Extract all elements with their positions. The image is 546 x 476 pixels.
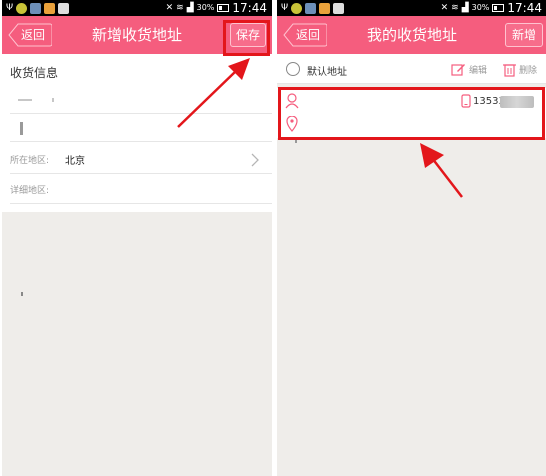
region-label: 所在地区:: [10, 156, 50, 166]
document-icon: [333, 2, 345, 14]
text-cursor: [20, 122, 23, 135]
clock: 17:44: [507, 1, 542, 15]
placeholder-fragment: [18, 99, 32, 101]
default-address-bar: 默认地址 编辑 删除: [277, 54, 546, 84]
detail-label: 详细地区:: [10, 186, 50, 196]
clock: 17:44: [232, 1, 267, 15]
region-value: 北京: [65, 156, 85, 167]
screen-speck: [295, 140, 297, 143]
user-icon: [285, 93, 299, 109]
battery-icon: [492, 4, 505, 12]
battery-percent: 30%: [471, 3, 490, 12]
mute-icon: ✕: [165, 3, 174, 13]
usb-icon: Ψ: [281, 3, 289, 13]
signal-icon: ▟: [461, 3, 469, 13]
mute-icon: ✕: [440, 3, 449, 13]
chevron-right-icon: [251, 153, 259, 167]
app-notification-icon: [16, 2, 28, 14]
default-label: 默认地址: [307, 67, 347, 78]
placeholder-fragment: [52, 98, 54, 102]
gallery-icon: [305, 2, 317, 14]
edit-label: 编辑: [469, 65, 488, 76]
save-button[interactable]: 保存: [230, 23, 266, 47]
status-bar: Ψ ✕ ≋ ▟ 30% 17:44: [277, 0, 546, 16]
delete-button[interactable]: 删除: [503, 61, 537, 77]
app-header: 返回 新增收货地址 保存: [2, 16, 272, 54]
signal-icon: ▟: [186, 3, 194, 13]
wifi-icon: ≋: [176, 3, 184, 13]
app-header: 返回 我的收货地址 新增: [277, 16, 546, 54]
address-form: 收货信息 所在地区: 北京 详细地区:: [2, 54, 272, 212]
trash-icon: [503, 63, 516, 77]
app-notification-icon: [291, 2, 303, 14]
app-icon: [44, 2, 56, 14]
detail-address-field[interactable]: 详细地区:: [10, 176, 272, 204]
document-icon: [58, 2, 70, 14]
battery-icon: [217, 4, 230, 12]
phone-icon: [461, 94, 471, 108]
edit-icon: [451, 63, 465, 76]
add-address-button[interactable]: 新增: [505, 23, 543, 47]
usb-icon: Ψ: [6, 3, 14, 13]
screen-speck: [21, 292, 23, 296]
status-bar: Ψ ✕ ≋ ▟ 30% 17:44: [2, 0, 272, 16]
app-icon: [319, 2, 331, 14]
phone-number-redacted: [500, 96, 534, 108]
region-field[interactable]: 所在地区: 北京: [10, 146, 272, 174]
battery-percent: 30%: [196, 3, 215, 12]
left-screen: Ψ ✕ ≋ ▟ 30% 17:44 返回 新增收货地址 保存 收货信息 所在地区…: [2, 0, 272, 476]
location-pin-icon: [286, 116, 298, 132]
gallery-icon: [30, 2, 42, 14]
default-radio[interactable]: [286, 62, 300, 76]
phone-field[interactable]: [10, 114, 272, 142]
edit-button[interactable]: 编辑: [451, 61, 487, 77]
delete-label: 删除: [519, 65, 538, 76]
right-screen: Ψ ✕ ≋ ▟ 30% 17:44 返回 我的收货地址 新增 默认地址 编辑 删…: [277, 0, 546, 476]
section-title: 收货信息: [10, 66, 59, 80]
name-field[interactable]: [10, 86, 272, 114]
address-card[interactable]: 13533: [277, 88, 546, 138]
wifi-icon: ≋: [451, 3, 459, 13]
